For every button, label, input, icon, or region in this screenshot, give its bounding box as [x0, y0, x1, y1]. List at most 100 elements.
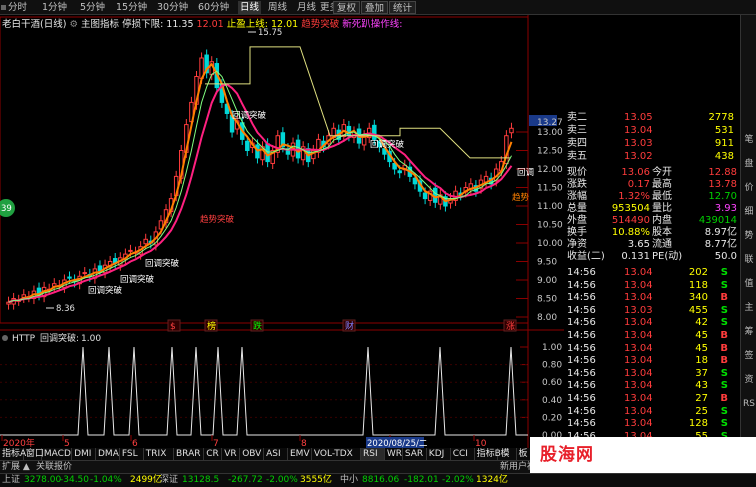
indicator-tab[interactable]: CR: [204, 448, 223, 460]
event-mark: $: [170, 322, 176, 332]
ask-volume: 911: [714, 138, 734, 149]
stat-label: 外盘: [567, 215, 587, 226]
side-tab[interactable]: 细: [742, 207, 756, 218]
tick-time: 14:56: [567, 317, 596, 329]
gear-icon[interactable]: ⚙: [69, 19, 78, 30]
candle-body: [82, 272, 87, 275]
tick-price: 13.04: [624, 405, 653, 417]
kline-chart[interactable]: 13.2713.00 12.50 12.00 11.50 11.00 10.50 10.00…: [0, 15, 564, 448]
period-tab[interactable]: 周线: [268, 1, 287, 14]
price-axis-label: 10.50: [537, 221, 563, 231]
side-tab[interactable]: 签: [742, 351, 756, 362]
indicator-tab[interactable]: DMA: [96, 448, 120, 460]
signal-axis-label: 0.40: [542, 396, 562, 406]
fuquan-button[interactable]: 复权: [333, 1, 361, 14]
side-tab[interactable]: RS: [742, 399, 756, 410]
side-tab[interactable]: 主: [742, 303, 756, 314]
side-tab[interactable]: 资: [742, 375, 756, 386]
period-tab[interactable]: 60分钟: [198, 1, 229, 14]
indicator-tab[interactable]: WR: [385, 448, 403, 460]
period-tab[interactable]: 日线: [238, 1, 262, 14]
tick-price: 13.04: [624, 418, 653, 430]
indicator-tab[interactable]: RSI: [361, 448, 385, 460]
time-label: 10: [475, 439, 487, 448]
side-tab[interactable]: 价: [742, 183, 756, 194]
period-tab[interactable]: 1分钟: [42, 1, 67, 14]
event-mark: 榜: [207, 320, 216, 332]
side-tab[interactable]: 势: [742, 231, 756, 242]
stat-value: 13.78: [708, 179, 737, 190]
index-ticker-item: 3555亿: [300, 475, 332, 485]
tick-volume: 43: [695, 380, 708, 392]
ask-price: 13.03: [624, 138, 653, 149]
stat-value: 514490: [611, 215, 650, 226]
overlay-button[interactable]: 叠加: [361, 1, 389, 14]
stat-label: 今开: [652, 167, 672, 178]
watermark-logo: 股海网: [540, 445, 594, 465]
tick-row: 14:56 13.04 45 B: [564, 330, 740, 342]
ma-fast-line: [8, 62, 513, 304]
indicator-tab[interactable]: VOL-TDX: [312, 448, 361, 460]
stat-label: 内盘: [652, 215, 672, 226]
indicator-tab[interactable]: BRAR: [174, 448, 205, 460]
chart-header: 老白干酒(日线) ⚙ 主图指标 停损下限: 11.35 12.01 止盈上线: …: [2, 16, 402, 30]
tick-price: 13.03: [624, 304, 653, 316]
side-tab[interactable]: 联: [742, 255, 756, 266]
period-tab[interactable]: 分时: [1, 1, 27, 14]
tick-side: S: [720, 304, 728, 316]
indicator-tab[interactable]: EMV: [288, 448, 312, 460]
stat-label: 收益(二): [567, 251, 605, 262]
side-tab[interactable]: 笔: [742, 135, 756, 146]
stat-label: PE(动): [652, 251, 683, 262]
indicator-tab[interactable]: ASI: [264, 448, 288, 460]
tick-side: B: [720, 342, 728, 354]
indicator-tab[interactable]: 模: [499, 448, 517, 460]
indicator-tab[interactable]: KDJ: [427, 448, 451, 460]
period-tab[interactable]: 30分钟: [157, 1, 188, 14]
value-red: 12.01: [196, 19, 224, 30]
indicator-tab[interactable]: 指标A: [0, 448, 26, 460]
stat-value: 1.32%: [618, 191, 650, 202]
indicator-tab[interactable]: DMI: [72, 448, 96, 460]
indicator-tab[interactable]: VR: [222, 448, 241, 460]
tick-side: B: [720, 292, 728, 304]
indicator-tab[interactable]: SAR: [403, 448, 427, 460]
side-tab[interactable]: 值: [742, 279, 756, 290]
indicator-tab[interactable]: TRIX: [144, 448, 174, 460]
time-label: 2020年: [3, 437, 35, 448]
indicator-tab[interactable]: MACD: [42, 448, 73, 460]
index-ticker-item: 3278.00: [24, 475, 62, 485]
stock-name: 老白干酒(日线): [2, 19, 67, 30]
period-tab[interactable]: 15分钟: [116, 1, 147, 14]
side-tab[interactable]: 盘: [742, 159, 756, 170]
period-tab[interactable]: 5分钟: [80, 1, 105, 14]
operation-line-tag: 新死趴操作线:: [342, 19, 403, 30]
stat-value: 12.88: [708, 167, 737, 178]
candle-body: [67, 276, 72, 279]
stat-label: 涨幅: [567, 191, 587, 202]
stat-label: 股本: [652, 227, 672, 238]
side-tabs: 笔盘价细势联值主筹签资 RS: [740, 15, 756, 460]
time-label: 5: [64, 439, 70, 448]
tick-row: 14:56 13.04 118 S: [564, 280, 740, 292]
indicator-tab[interactable]: 指标B: [475, 448, 501, 460]
price-axis-label: 9.50: [537, 258, 557, 268]
indicator-tab[interactable]: FSL: [120, 448, 144, 460]
indicator-tab[interactable]: CCI: [451, 448, 475, 460]
pullback-label: 回调突破: [370, 139, 405, 150]
indicator-tab[interactable]: 窗口: [24, 448, 44, 460]
stat-row: 涨幅 1.32% 最低 12.70: [564, 191, 740, 203]
index-ticker-item: 上证: [2, 475, 21, 485]
period-tab[interactable]: 月线: [297, 1, 316, 14]
index-ticker-item: 8816.06: [362, 475, 400, 485]
tick-volume: 45: [695, 330, 708, 341]
price-axis-label: 9.00: [537, 276, 557, 286]
ask-volume: 531: [714, 125, 734, 136]
stats-button[interactable]: 统计: [389, 1, 417, 14]
indicator-name[interactable]: 主图指标: [81, 19, 119, 30]
tick-side: S: [720, 405, 728, 417]
ask-row: 卖三 13.04 531: [564, 125, 740, 137]
side-tab[interactable]: 筹: [742, 327, 756, 338]
indicator-tab[interactable]: OBV: [240, 448, 265, 460]
stop-profit-value: 12.01: [271, 19, 299, 30]
